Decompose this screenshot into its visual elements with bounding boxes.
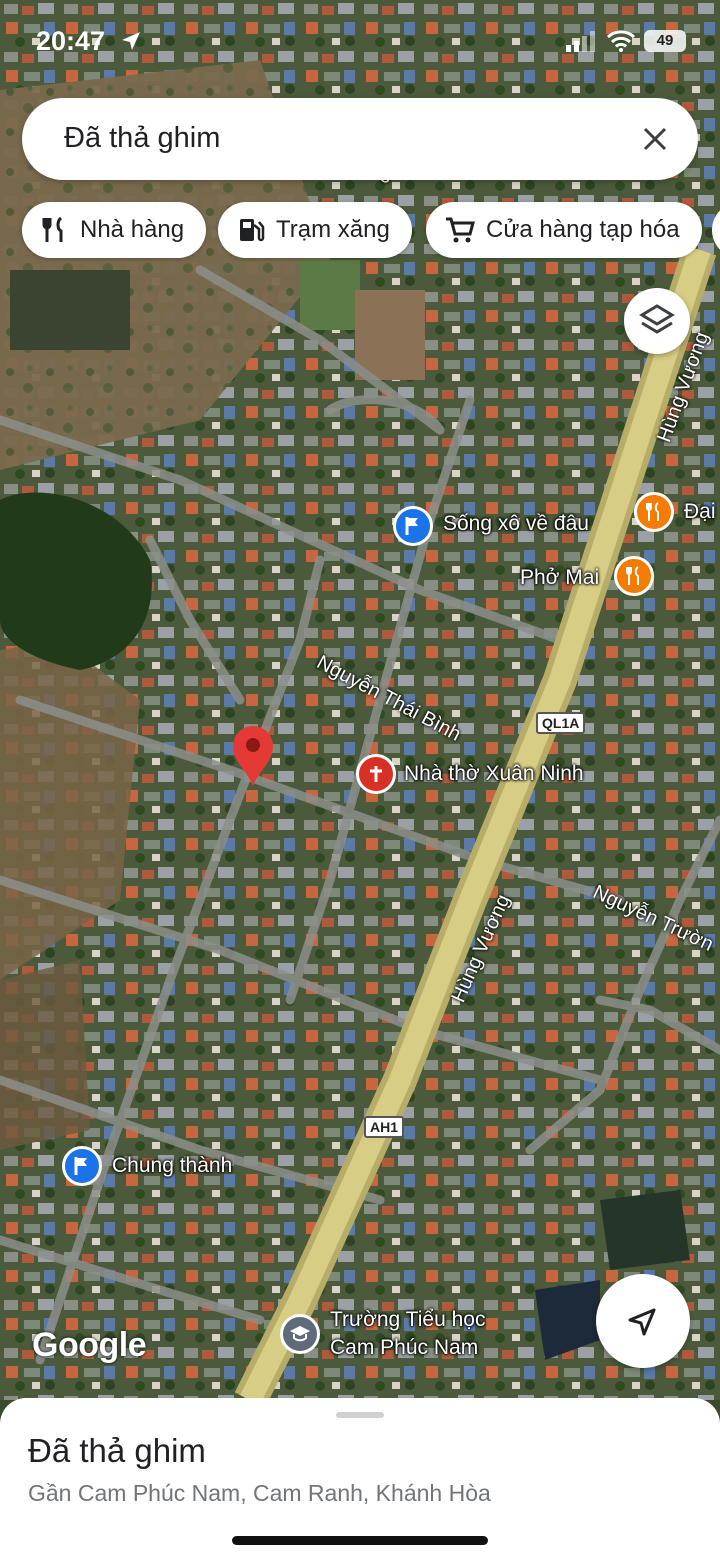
search-bar[interactable]: Đã thả ghim — [22, 98, 698, 180]
poi-label-church[interactable]: Nhà thờ Xuân Ninh — [404, 762, 584, 786]
school-poi-icon[interactable] — [280, 1314, 320, 1354]
close-icon[interactable] — [638, 122, 672, 156]
layers-icon — [639, 304, 675, 334]
restaurant-poi-icon[interactable] — [614, 556, 654, 596]
battery-indicator: 49 — [644, 30, 686, 52]
status-time: 20:47 — [36, 26, 106, 56]
chip-gas-stations-label: Trạm xăng — [276, 216, 390, 243]
poi-label-school-1[interactable]: Trường Tiểu học — [330, 1308, 485, 1332]
fork-knife-icon — [42, 216, 63, 242]
place-bottom-sheet[interactable]: Đã thả ghim Gần Cam Phúc Nam, Cam Ranh, … — [0, 1398, 720, 1558]
restaurant-poi-icon[interactable] — [634, 492, 674, 532]
wifi-icon — [606, 30, 636, 52]
chip-gas-stations[interactable]: Trạm xăng — [218, 202, 412, 258]
flag-poi-icon[interactable] — [393, 506, 433, 546]
poi-label-chung-thanh[interactable]: Chung thành — [112, 1154, 232, 1178]
chip-grocery-label: Cửa hàng tạp hóa — [486, 216, 680, 243]
poi-label-school-2[interactable]: Cam Phúc Nam — [330, 1336, 478, 1360]
google-attribution: Google — [32, 1326, 147, 1364]
chip-restaurants-label: Nhà hàng — [80, 216, 185, 243]
location-arrow-icon — [122, 32, 140, 50]
poi-label-song-xo[interactable]: Sống xô về đâu — [443, 512, 589, 536]
poi-label-dai[interactable]: Đại — [684, 500, 716, 524]
chip-restaurants[interactable]: Nhà hàng — [22, 202, 207, 258]
gas-station-icon — [240, 219, 265, 242]
signal-icon — [566, 31, 595, 52]
poi-label-pho-mai[interactable]: Phở Mai — [520, 566, 599, 590]
navigation-arrow-icon — [628, 1308, 656, 1336]
flag-poi-icon[interactable] — [62, 1146, 102, 1186]
layers-button[interactable] — [624, 288, 690, 354]
home-indicator[interactable] — [232, 1536, 488, 1545]
route-shield-ah1: AH1 — [364, 1116, 405, 1138]
dropped-pin-icon[interactable] — [230, 724, 276, 788]
sheet-subtitle: Gần Cam Phúc Nam, Cam Ranh, Khánh Hòa — [28, 1480, 491, 1506]
chip-grocery[interactable]: Cửa hàng tạp hóa — [426, 202, 702, 258]
sheet-title: Đã thả ghim — [28, 1432, 206, 1469]
my-location-button[interactable] — [596, 1274, 690, 1368]
sheet-drag-handle[interactable] — [336, 1412, 384, 1418]
search-query[interactable]: Đã thả ghim — [64, 122, 220, 155]
church-poi-icon[interactable] — [356, 754, 396, 794]
cart-icon — [446, 217, 475, 243]
route-shield-ql1a: QL1A — [536, 712, 586, 734]
status-bar: 20:47 49 — [0, 0, 720, 80]
